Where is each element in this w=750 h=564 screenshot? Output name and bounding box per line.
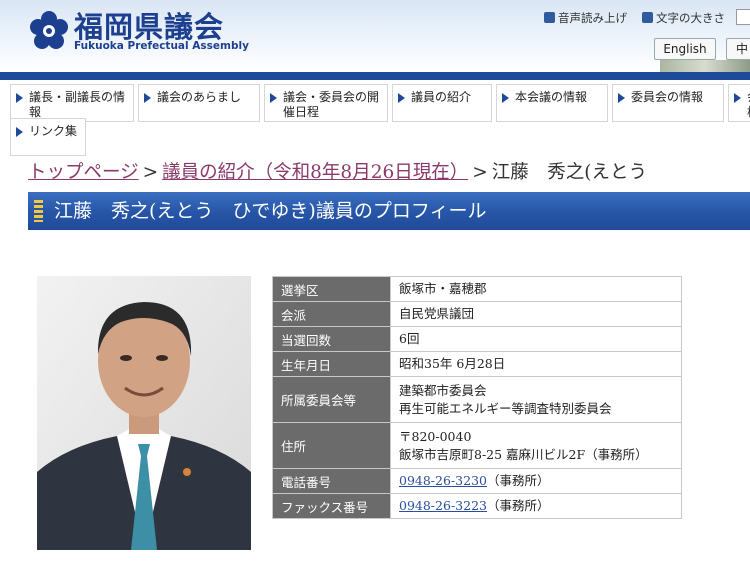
phone-note: （事務所） xyxy=(486,473,550,488)
site-subtitle: Fukuoka Prefectual Assembly xyxy=(74,40,249,52)
assembly-logo-icon[interactable] xyxy=(28,10,70,52)
fax-value: 0948-26-3223（事務所） xyxy=(390,493,682,519)
row-label: 会派 xyxy=(272,301,391,327)
fax-link[interactable]: 0948-26-3223 xyxy=(399,498,487,513)
nav-item-schedule[interactable]: 議会・委員会の開催日程 xyxy=(264,84,388,122)
nav-item-plenary[interactable]: 本会議の情報 xyxy=(496,84,608,122)
street-address: 飯塚市吉原町8-25 嘉麻川ビル2F（事務所） xyxy=(399,446,648,462)
fax-note: （事務所） xyxy=(486,498,550,513)
birthdate-value: 昭和35年 6月28日 xyxy=(390,351,682,377)
title-marker-icon xyxy=(34,200,43,222)
table-row: 当選回数 6回 xyxy=(272,326,682,352)
table-row: 電話番号 0948-26-3230（事務所） xyxy=(272,468,682,494)
district-value: 飯塚市・嘉穂郡 xyxy=(390,276,682,302)
terms-value: 6回 xyxy=(390,326,682,352)
table-row: 生年月日 昭和35年 6月28日 xyxy=(272,351,682,377)
table-row: ファックス番号 0948-26-3223（事務所） xyxy=(272,493,682,519)
page-title: 江藤 秀之(えとう ひでゆき)議員のプロフィール xyxy=(28,192,750,230)
table-row: 住所 〒820-0040 飯塚市吉原町8-25 嘉麻川ビル2F（事務所） xyxy=(272,422,682,469)
english-button[interactable]: English xyxy=(654,38,716,60)
address-value: 〒820-0040 飯塚市吉原町8-25 嘉麻川ビル2F（事務所） xyxy=(390,422,682,469)
header-photo-strip xyxy=(660,60,750,72)
nav-item-members[interactable]: 議員の紹介 xyxy=(392,84,492,122)
nav-item-chair-info[interactable]: 議長・副議長の情報 xyxy=(10,84,134,122)
row-label: 所属委員会等 xyxy=(272,376,391,423)
row-label: 当選回数 xyxy=(272,326,391,352)
page-title-text: 江藤 秀之(えとう ひでゆき)議員のプロフィール xyxy=(54,200,487,222)
text-size-icon xyxy=(642,12,653,23)
speech-link[interactable]: 音声読み上げ xyxy=(544,10,627,26)
table-row: 所属委員会等 建築都市委員会 再生可能エネルギー等調査特別委員会 xyxy=(272,376,682,423)
row-label: 電話番号 xyxy=(272,468,391,494)
speech-link-label: 音声読み上げ xyxy=(558,11,627,25)
breadcrumb-separator: > xyxy=(142,162,159,183)
breadcrumb-members-link[interactable]: 議員の紹介（令和8年8月26日現在） xyxy=(162,162,468,183)
postal-code: 〒820-0040 xyxy=(399,428,472,444)
chinese-button[interactable]: 中 xyxy=(726,38,750,60)
text-size-button[interactable] xyxy=(736,9,750,25)
phone-link[interactable]: 0948-26-3230 xyxy=(399,473,487,488)
row-label: 住所 xyxy=(272,422,391,469)
committee-line: 再生可能エネルギー等調査特別委員会 xyxy=(399,400,612,416)
phone-value: 0948-26-3230（事務所） xyxy=(390,468,682,494)
text-size-link[interactable]: 文字の大きさ xyxy=(642,10,725,26)
breadcrumb-top-link[interactable]: トップページ xyxy=(28,162,139,183)
nav-item-committee[interactable]: 委員会の情報 xyxy=(612,84,724,122)
nav-item-links[interactable]: リンク集 xyxy=(10,118,86,156)
table-row: 会派 自民党県議団 xyxy=(272,301,682,327)
profile-table: 選挙区 飯塚市・嘉穂郡 会派 自民党県議団 当選回数 6回 生年月日 昭和35年… xyxy=(272,276,682,519)
nav-item-overview[interactable]: 議会のあらまし xyxy=(138,84,260,122)
site-header: 福岡県議会 Fukuoka Prefectual Assembly 音声読み上げ… xyxy=(0,0,750,72)
breadcrumb-current: 江藤 秀之(えとう xyxy=(491,162,647,183)
member-photo xyxy=(37,276,251,550)
faction-value: 自民党県議団 xyxy=(390,301,682,327)
row-label: 選挙区 xyxy=(272,276,391,302)
nav-item-search[interactable]: 会検 xyxy=(728,84,750,122)
text-size-label: 文字の大きさ xyxy=(656,11,725,25)
speaker-icon xyxy=(544,12,555,23)
breadcrumb-separator: > xyxy=(472,162,488,183)
table-row: 選挙区 飯塚市・嘉穂郡 xyxy=(272,276,682,302)
committee-line: 建築都市委員会 xyxy=(399,382,487,398)
committee-value: 建築都市委員会 再生可能エネルギー等調査特別委員会 xyxy=(390,376,682,423)
header-divider xyxy=(0,72,750,80)
breadcrumb: トップページ > 議員の紹介（令和8年8月26日現在） > 江藤 秀之(えとう xyxy=(28,158,647,184)
row-label: 生年月日 xyxy=(272,351,391,377)
row-label: ファックス番号 xyxy=(272,493,391,519)
